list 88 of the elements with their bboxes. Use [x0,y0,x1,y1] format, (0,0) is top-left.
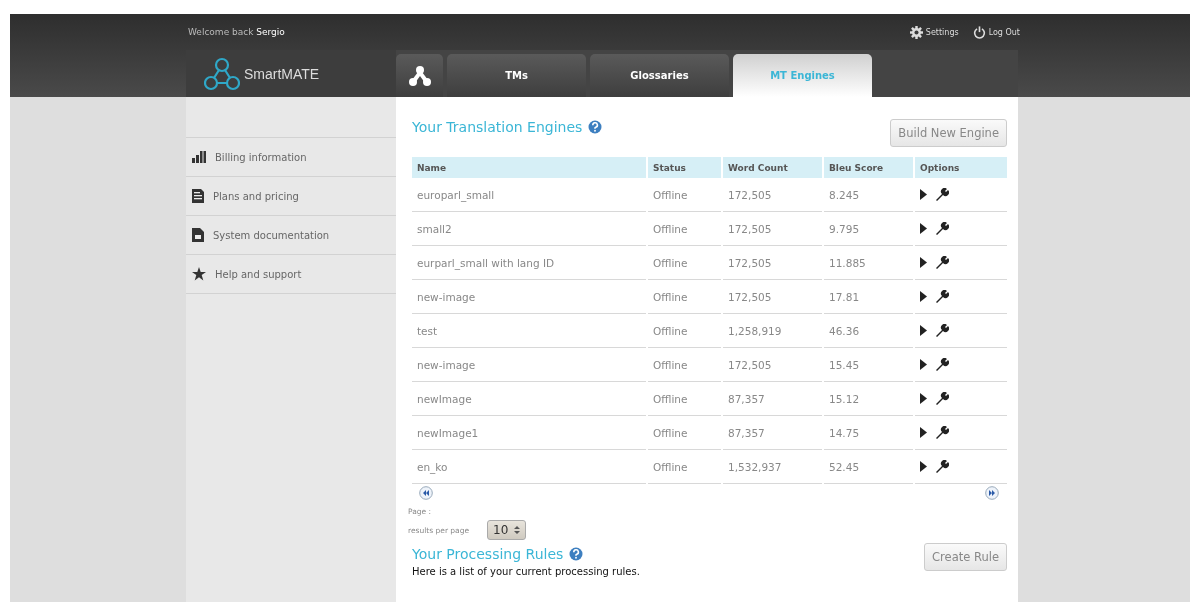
table-cell: newImage [412,382,646,416]
play-icon[interactable] [920,223,927,234]
play-icon[interactable] [920,325,927,336]
table-cell: 9.795 [824,212,913,246]
table-cell: Offline [648,416,721,450]
column-header: Name [412,157,646,178]
sidebar-item[interactable]: Help and support [186,254,396,294]
table-cell: europarl_small [412,178,646,212]
table-cell: new-image [412,348,646,382]
header-link[interactable]: Settings [909,25,959,39]
table-cell: 172,505 [723,246,822,280]
table-cell: 46.36 [824,314,913,348]
play-icon[interactable] [920,393,927,404]
table-cell: 17.81 [824,280,913,314]
per-page-select[interactable]: 10 [487,520,527,540]
sidebar-item[interactable]: System documentation [186,215,396,254]
play-icon[interactable] [920,291,927,302]
logo-icon [204,56,240,91]
header-link[interactable]: Log Out [972,25,1020,39]
table-cell: eurparl_small with lang ID [412,246,646,280]
wrench-icon[interactable] [935,357,949,372]
wrench-icon[interactable] [935,323,949,338]
table-cell: 14.75 [824,416,913,450]
table-cell: Offline [648,450,721,484]
table-cell: en_ko [412,450,646,484]
play-icon[interactable] [920,427,927,438]
table-cell: 1,532,937 [723,450,822,484]
table-cell: 172,505 [723,178,822,212]
previous-page-icon[interactable] [419,486,433,500]
table-cell: 87,357 [723,382,822,416]
column-header: Options [915,157,1007,178]
wrench-icon[interactable] [935,425,949,440]
description-text: Here is a list of your current processing rules. [412,566,640,577]
help-icon[interactable] [588,120,603,134]
tab[interactable] [396,54,443,97]
wrench-icon[interactable] [935,289,949,304]
table-cell: 172,505 [723,348,822,382]
table-cell: newImage1 [412,416,646,450]
tab[interactable]: TMs [447,54,586,97]
logo-icon [408,64,431,87]
table-cell: test [412,314,646,348]
table-cell: 172,505 [723,280,822,314]
help-icon[interactable] [569,547,584,561]
power-icon [972,25,986,39]
table-cell: 11.885 [824,246,913,280]
table-cell: new-image [412,280,646,314]
table-cell: 15.45 [824,348,913,382]
table-cell: Offline [648,246,721,280]
column-header: Bleu Score [824,157,913,178]
wrench-icon[interactable] [935,187,949,202]
column-header: Word Count [723,157,822,178]
spinner-icon [514,525,521,535]
table-cell: 1,258,919 [723,314,822,348]
table-cell: Offline [648,178,721,212]
wrench-icon[interactable] [935,459,949,474]
next-page-icon[interactable] [985,486,999,500]
build-engine-button[interactable]: Build New Engine [890,119,1007,147]
table-cell: 8.245 [824,178,913,212]
wrench-icon[interactable] [935,221,949,236]
table-cell: 87,357 [723,416,822,450]
welcome-text: Welcome back Sergio [187,27,285,37]
table-cell: Offline [648,348,721,382]
document-icon [192,189,204,203]
table-cell: 52.45 [824,450,913,484]
sidebar-item[interactable]: Plans and pricing [186,176,396,215]
table-cell: small2 [412,212,646,246]
star-icon [192,267,206,281]
gear-icon [909,25,923,39]
wrench-icon[interactable] [935,391,949,406]
play-icon[interactable] [920,189,927,200]
table-cell: Offline [648,280,721,314]
play-icon[interactable] [920,359,927,370]
play-icon[interactable] [920,461,927,472]
table-cell: 172,505 [723,212,822,246]
tab[interactable]: Glossaries [590,54,729,97]
table-cell: Offline [648,314,721,348]
table-cell: 15.12 [824,382,913,416]
create-rule-button[interactable]: Create Rule [924,543,1007,571]
column-header: Status [648,157,721,178]
file-icon [192,228,204,242]
table-cell: Offline [648,212,721,246]
table-cell: Offline [648,382,721,416]
wrench-icon[interactable] [935,255,949,270]
section-title: Your Translation Engines [412,119,583,135]
section-title: Your Processing Rules [412,546,564,562]
play-icon[interactable] [920,257,927,268]
brand-name: SmartMATE [244,65,320,82]
bar-chart-icon [192,151,206,163]
